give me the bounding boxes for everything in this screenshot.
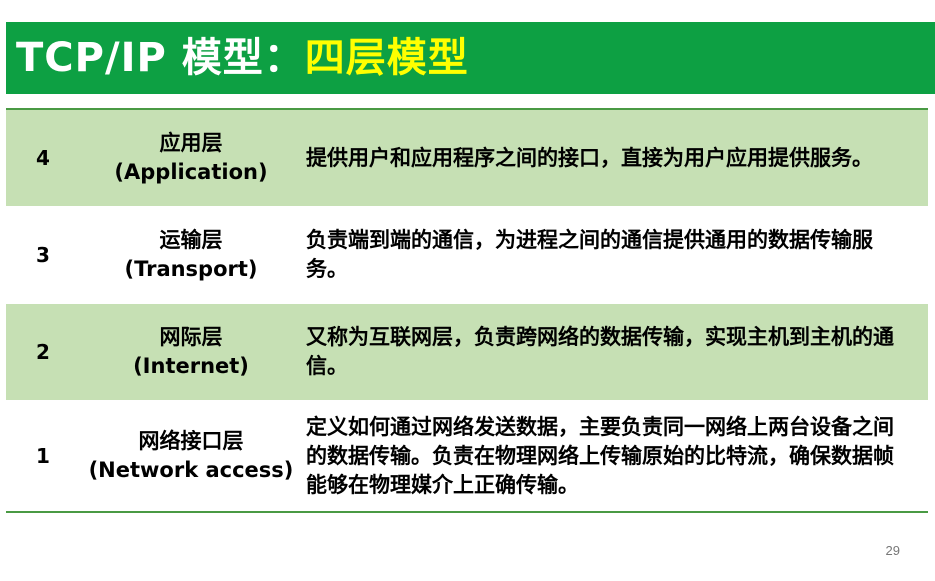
layer-name-en: (Transport) [124, 257, 258, 281]
page-number: 29 [885, 543, 900, 558]
layer-name: 网际层 (Internet) [76, 303, 306, 401]
layer-name: 网络接口层 (Network access) [76, 400, 306, 513]
layer-name-zh: 网际层 [159, 325, 223, 349]
layer-name-en: (Network access) [88, 458, 294, 482]
layer-name-en: (Application) [114, 160, 268, 184]
table-row: 4 应用层 (Application) 提供用户和应用程序之间的接口，直接为用户… [6, 108, 928, 207]
slide: TCP/IP 模型： 四层模型 4 应用层 (Application) 提供用户和… [0, 0, 935, 581]
slide-title: TCP/IP 模型： [16, 35, 305, 81]
layer-number: 4 [6, 108, 76, 207]
layer-name-zh: 网络接口层 [138, 429, 244, 453]
table-row: 2 网际层 (Internet) 又称为互联网层，负责跨网络的数据传输，实现主机… [6, 303, 928, 401]
layers-table: 4 应用层 (Application) 提供用户和应用程序之间的接口，直接为用户… [6, 108, 928, 513]
layer-name-zh: 应用层 [159, 131, 223, 155]
layer-name-en: (Internet) [133, 354, 249, 378]
layer-number: 1 [6, 400, 76, 513]
layer-description: 又称为互联网层，负责跨网络的数据传输，实现主机到主机的通信。 [306, 303, 928, 401]
layer-description: 定义如何通过网络发送数据，主要负责同一网络上两台设备之间的数据传输。负责在物理网… [306, 400, 928, 513]
title-bar: TCP/IP 模型： 四层模型 [6, 22, 935, 94]
layer-number: 2 [6, 303, 76, 401]
table-row: 3 运输层 (Transport) 负责端到端的通信，为进程之间的通信提供通用的… [6, 206, 928, 304]
layer-description: 提供用户和应用程序之间的接口，直接为用户应用提供服务。 [306, 108, 928, 207]
table-row: 1 网络接口层 (Network access) 定义如何通过网络发送数据，主要… [6, 400, 928, 513]
layer-name: 应用层 (Application) [76, 108, 306, 207]
layer-description: 负责端到端的通信，为进程之间的通信提供通用的数据传输服务。 [306, 206, 928, 304]
layer-name: 运输层 (Transport) [76, 206, 306, 304]
slide-title-accent: 四层模型 [304, 35, 469, 81]
layer-number: 3 [6, 206, 76, 304]
layer-name-zh: 运输层 [159, 228, 223, 252]
